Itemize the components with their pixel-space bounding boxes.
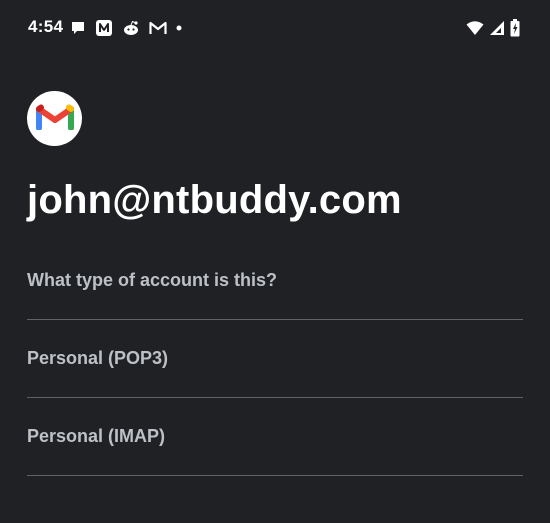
option-personal-pop3[interactable]: Personal (POP3) xyxy=(27,320,523,396)
system-icons xyxy=(466,18,520,38)
battery-charging-icon xyxy=(510,19,520,37)
divider xyxy=(27,475,523,476)
status-bar: 4:54 xyxy=(0,0,550,56)
status-time: 4:54 xyxy=(28,17,64,36)
option-label: Personal (IMAP) xyxy=(27,425,166,446)
account-email: john@ntbuddy.com xyxy=(27,178,402,222)
chat-bubble-icon xyxy=(70,20,86,36)
app-n-icon xyxy=(95,19,113,37)
gmail-outline-icon xyxy=(149,21,167,35)
dot-icon xyxy=(176,25,182,31)
gmail-logo-icon xyxy=(35,102,74,135)
cellular-signal-icon xyxy=(489,20,505,36)
option-label: Personal (POP3) xyxy=(27,347,169,368)
account-type-question: What type of account is this? xyxy=(27,270,278,290)
option-personal-imap[interactable]: Personal (IMAP) xyxy=(27,398,523,474)
reddit-icon xyxy=(122,20,140,36)
gmail-logo xyxy=(27,91,82,146)
wifi-icon xyxy=(466,20,484,36)
notification-icons xyxy=(70,18,182,38)
